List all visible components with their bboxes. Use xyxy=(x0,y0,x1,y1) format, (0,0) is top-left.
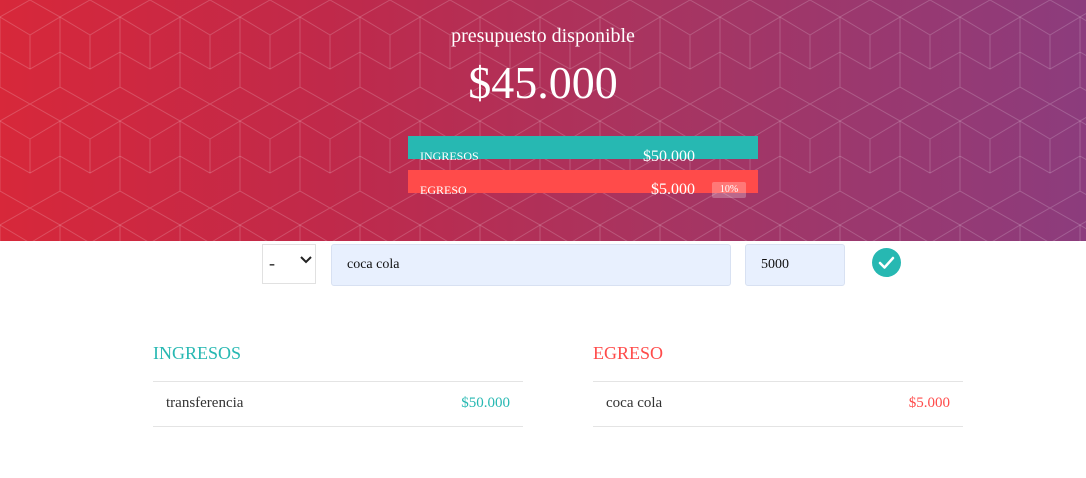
chevron-down-icon xyxy=(300,255,312,268)
expense-list-title: EGRESO xyxy=(593,343,963,382)
expense-summary: EGRESO $5.000 10% xyxy=(408,170,758,198)
add-item-button[interactable] xyxy=(872,248,901,277)
description-input[interactable]: coca cola xyxy=(331,244,731,286)
expense-percent-badge: 10% xyxy=(712,182,746,198)
income-list: INGRESOS transferencia $50.000 xyxy=(153,343,523,427)
expense-summary-label: EGRESO xyxy=(420,183,467,197)
list-item[interactable]: transferencia $50.000 xyxy=(153,382,523,427)
check-icon xyxy=(878,256,895,269)
income-summary: INGRESOS $50.000 xyxy=(408,136,758,165)
available-budget-amount: $45.000 xyxy=(468,57,618,108)
item-description: coca cola xyxy=(606,395,663,411)
amount-input[interactable]: 5000 xyxy=(745,244,845,286)
budget-header: presupuesto disponible $45.000 INGRESOS … xyxy=(0,0,1086,241)
expense-summary-value: $5.000 xyxy=(651,181,695,198)
item-value: $50.000 xyxy=(461,395,510,411)
type-select[interactable]: - xyxy=(262,244,316,284)
type-select-value: - xyxy=(269,253,275,273)
expense-list: EGRESO coca cola $5.000 xyxy=(593,343,963,427)
item-value: $5.000 xyxy=(908,395,950,411)
income-summary-label: INGRESOS xyxy=(420,149,479,163)
available-budget-label: presupuesto disponible xyxy=(451,25,635,47)
income-list-title: INGRESOS xyxy=(153,343,523,382)
list-item[interactable]: coca cola $5.000 xyxy=(593,382,963,427)
income-summary-value: $50.000 xyxy=(643,148,695,165)
item-description: transferencia xyxy=(166,395,244,411)
